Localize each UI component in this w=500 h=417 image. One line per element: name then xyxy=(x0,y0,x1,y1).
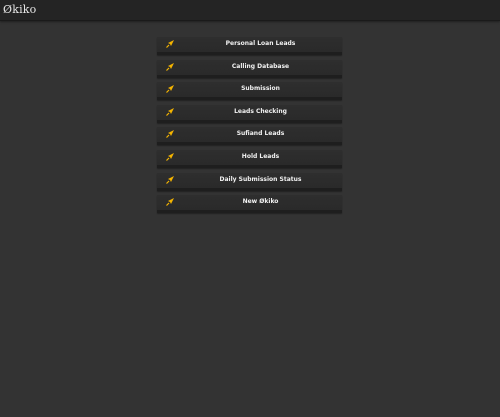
rocket-icon xyxy=(166,198,174,207)
rocket-icon xyxy=(166,40,174,48)
menu-item-label: New Økiko xyxy=(242,198,279,206)
menu-item-new-okiko[interactable]: New Økiko xyxy=(157,195,342,214)
rocket-icon xyxy=(166,152,174,161)
menu-item-submission[interactable]: Submission xyxy=(157,82,342,101)
menu-item-hold-leads[interactable]: Hold Leads xyxy=(157,149,342,168)
menu-item-label: Personal Loan Leads xyxy=(225,40,296,47)
menu-item-personal-loan-leads[interactable]: Personal Loan Leads xyxy=(157,37,342,55)
menu-item-leads-checking[interactable]: Leads Checking xyxy=(157,104,342,123)
menu-item-label: Submission xyxy=(241,85,280,93)
menu-item-label: Sufiand Leads xyxy=(236,130,285,138)
rocket-icon xyxy=(166,85,174,94)
rocket-icon xyxy=(166,130,174,139)
rocket-icon xyxy=(166,62,174,71)
rocket-icon xyxy=(166,175,174,184)
menu-item-daily-submission-status[interactable]: Daily Submission Status xyxy=(157,172,342,191)
menu-item-sufiand-leads[interactable]: Sufiand Leads xyxy=(157,127,342,146)
menu-item-label: Calling Database xyxy=(231,62,290,70)
top-bar: Økiko xyxy=(0,0,500,21)
menu-item-label: Leads Checking xyxy=(234,107,287,115)
brand-logo[interactable]: Økiko xyxy=(3,3,37,16)
menu-item-label: Daily Submission Status xyxy=(219,175,302,183)
main-menu: Personal Loan Leads Calling Database Sub… xyxy=(157,37,342,218)
rocket-icon xyxy=(166,107,174,116)
menu-item-label: Hold Leads xyxy=(241,152,280,160)
menu-item-calling-database[interactable]: Calling Database xyxy=(157,59,342,78)
